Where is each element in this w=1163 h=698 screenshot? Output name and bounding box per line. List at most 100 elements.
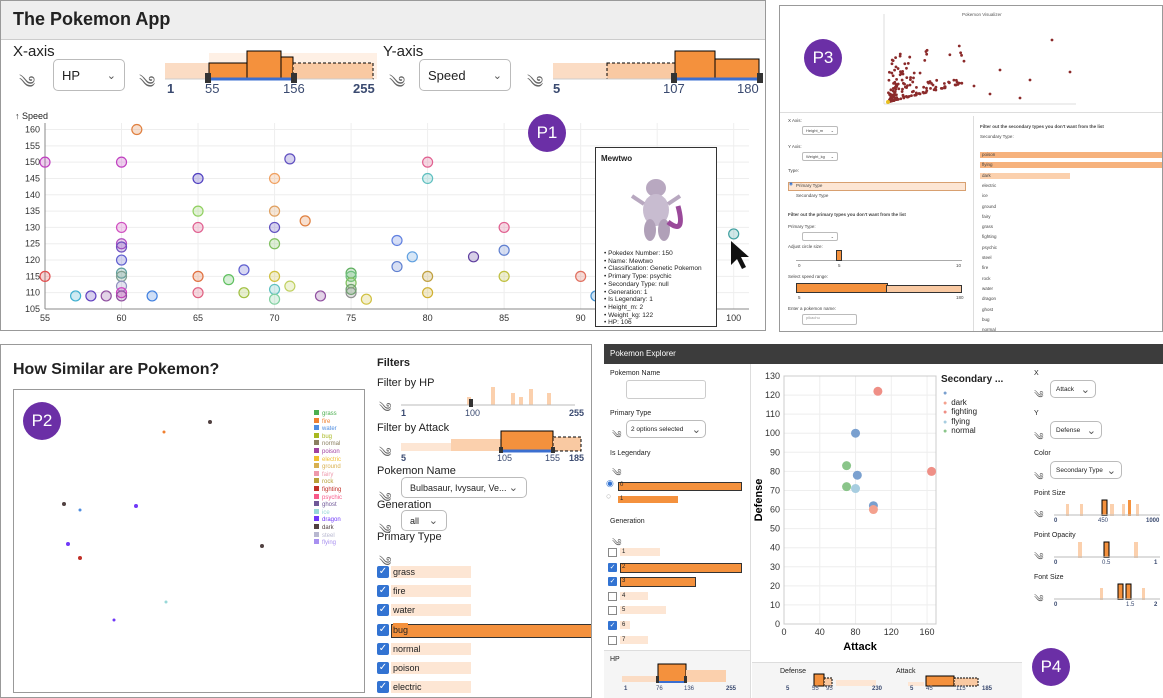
scatter-point[interactable] xyxy=(842,461,852,471)
footprints-icon[interactable]: ༄ xyxy=(1034,588,1044,616)
checkbox-checked[interactable]: ✓ xyxy=(377,681,389,694)
secondary-type-item[interactable]: fighting xyxy=(982,234,997,239)
checkbox-checked[interactable]: ✓ xyxy=(377,642,389,655)
scatter-point[interactable] xyxy=(146,290,158,302)
scatter-point[interactable] xyxy=(284,280,296,292)
y-axis-select[interactable]: Weight_kg ⌄ xyxy=(802,152,838,161)
primary-type-list[interactable]: ✓ grass ✓ fire ✓ water ✓ bug ✓ normal ✓ poison ✓ elec… xyxy=(377,565,591,695)
font-size-slider[interactable] xyxy=(1050,582,1162,600)
pokemon-name-input[interactable] xyxy=(626,380,706,399)
x-select[interactable]: Attack ⌄ xyxy=(1050,380,1096,398)
hp-histogram-slider[interactable] xyxy=(161,45,377,93)
footprints-icon[interactable]: ༄ xyxy=(1034,504,1044,532)
checkbox-checked[interactable]: ✓ xyxy=(377,604,389,617)
speed-range-histogram[interactable] xyxy=(796,280,962,293)
y-axis-select[interactable]: Speed ⌄ xyxy=(419,59,511,91)
scatter-point[interactable] xyxy=(268,238,281,250)
scatter-point[interactable] xyxy=(284,153,296,165)
scatter-point[interactable] xyxy=(422,172,434,185)
scatter-point[interactable] xyxy=(192,205,204,217)
scatter-point[interactable] xyxy=(268,293,281,305)
scatter-point[interactable] xyxy=(467,251,480,263)
secondary-type-item[interactable]: dragon xyxy=(982,296,996,301)
pokemon-name-select[interactable]: Bulbasaur, Ivysaur, Ve... ⌄ xyxy=(401,477,527,498)
primary-type-select[interactable]: 2 options selected ⌄ xyxy=(626,420,706,438)
scatter-point[interactable] xyxy=(391,260,403,273)
footprints-icon[interactable]: ༄ xyxy=(19,63,35,111)
checkbox-checked[interactable]: ✓ xyxy=(608,621,617,630)
x-axis-select[interactable]: HP ⌄ xyxy=(53,59,125,91)
scatter-point[interactable] xyxy=(192,287,204,299)
secondary-type-item[interactable]: flying xyxy=(982,162,993,167)
scatter-point[interactable] xyxy=(238,264,250,276)
secondary-type-option[interactable]: Secondary Type xyxy=(796,193,828,198)
scatter-point[interactable] xyxy=(238,287,250,299)
scatter-point[interactable] xyxy=(115,241,128,253)
primary-type-select[interactable]: ⌄ xyxy=(802,232,838,241)
checkbox-checked[interactable]: ✓ xyxy=(377,585,389,598)
scatter-point[interactable] xyxy=(391,234,403,247)
scatter-point[interactable] xyxy=(70,290,82,302)
scatter-point[interactable] xyxy=(422,156,434,168)
similarity-plot[interactable]: grass fire water bug normal poison electric gro… xyxy=(13,389,365,693)
radio-icon[interactable]: ○ xyxy=(606,491,611,501)
secondary-type-item[interactable]: psychic xyxy=(982,245,997,250)
secondary-type-item[interactable]: water xyxy=(982,286,993,291)
secondary-type-item[interactable]: fairy xyxy=(982,214,991,219)
scatter-point[interactable] xyxy=(498,221,510,234)
scatter-point[interactable] xyxy=(851,484,861,494)
checkbox-checked[interactable]: ✓ xyxy=(608,562,617,572)
scatter-point[interactable] xyxy=(314,290,327,302)
scatter-point[interactable] xyxy=(868,505,878,515)
secondary-type-item[interactable]: poison xyxy=(982,152,995,157)
pokemon-name-input[interactable]: pikachu xyxy=(802,314,857,325)
checkbox-checked[interactable]: ✓ xyxy=(377,566,389,578)
generation-select[interactable]: all ⌄ xyxy=(401,510,447,531)
scatter-point[interactable] xyxy=(131,123,143,136)
secondary-type-item[interactable]: ghost xyxy=(982,307,993,312)
scatter-point[interactable] xyxy=(345,283,357,296)
color-select[interactable]: Secondary Type ⌄ xyxy=(1050,461,1122,479)
scatter-point[interactable] xyxy=(39,270,51,282)
checkbox[interactable] xyxy=(608,548,617,557)
hp-filter-slider[interactable] xyxy=(618,660,744,684)
checkbox-checked[interactable]: ✓ xyxy=(608,577,617,587)
scatter-point[interactable] xyxy=(498,244,510,256)
checkbox-checked[interactable]: ✓ xyxy=(377,623,389,636)
radio-icon[interactable]: ◉ xyxy=(606,478,614,489)
scatter-point[interactable] xyxy=(498,270,510,282)
scatter-point[interactable] xyxy=(852,470,862,480)
secondary-type-item[interactable]: ground xyxy=(982,204,996,209)
checkbox[interactable] xyxy=(608,591,617,601)
checkbox-checked[interactable]: ✓ xyxy=(377,662,389,674)
scatter-point[interactable] xyxy=(39,156,51,168)
footprints-icon[interactable]: ༄ xyxy=(389,63,405,111)
secondary-type-item[interactable]: grass xyxy=(982,224,993,229)
footprints-icon[interactable]: ༄ xyxy=(612,424,622,452)
circle-size-slider[interactable] xyxy=(796,256,962,261)
scatter-point[interactable] xyxy=(299,215,311,227)
scatter-point[interactable] xyxy=(223,274,235,286)
checkbox[interactable] xyxy=(608,635,617,645)
hp-filter-slider[interactable] xyxy=(397,385,587,407)
scatter-point[interactable] xyxy=(192,172,204,185)
footprints-icon[interactable]: ༄ xyxy=(139,63,155,111)
secondary-type-item[interactable]: fire xyxy=(982,265,988,270)
attack-filter-slider[interactable] xyxy=(397,429,587,453)
secondary-type-item[interactable]: electric xyxy=(982,183,996,188)
scatter-point[interactable] xyxy=(268,205,281,217)
scatter-point[interactable] xyxy=(842,482,852,492)
footprints-icon[interactable]: ༄ xyxy=(527,63,543,111)
scatter-point[interactable] xyxy=(927,466,937,476)
scatter-point[interactable] xyxy=(268,270,281,282)
scatter-point[interactable] xyxy=(192,270,204,282)
scatter-point[interactable] xyxy=(360,293,372,305)
x-axis-select[interactable]: Height_m ⌄ xyxy=(802,126,838,135)
point-opacity-slider[interactable] xyxy=(1050,540,1162,558)
scatter-point[interactable] xyxy=(728,228,740,240)
y-select[interactable]: Defense ⌄ xyxy=(1050,421,1102,439)
secondary-type-item[interactable]: rock xyxy=(982,276,991,281)
footprints-icon[interactable]: ༄ xyxy=(1034,384,1044,412)
secondary-type-item[interactable]: ice xyxy=(982,193,988,198)
scatter-point[interactable] xyxy=(115,156,128,168)
